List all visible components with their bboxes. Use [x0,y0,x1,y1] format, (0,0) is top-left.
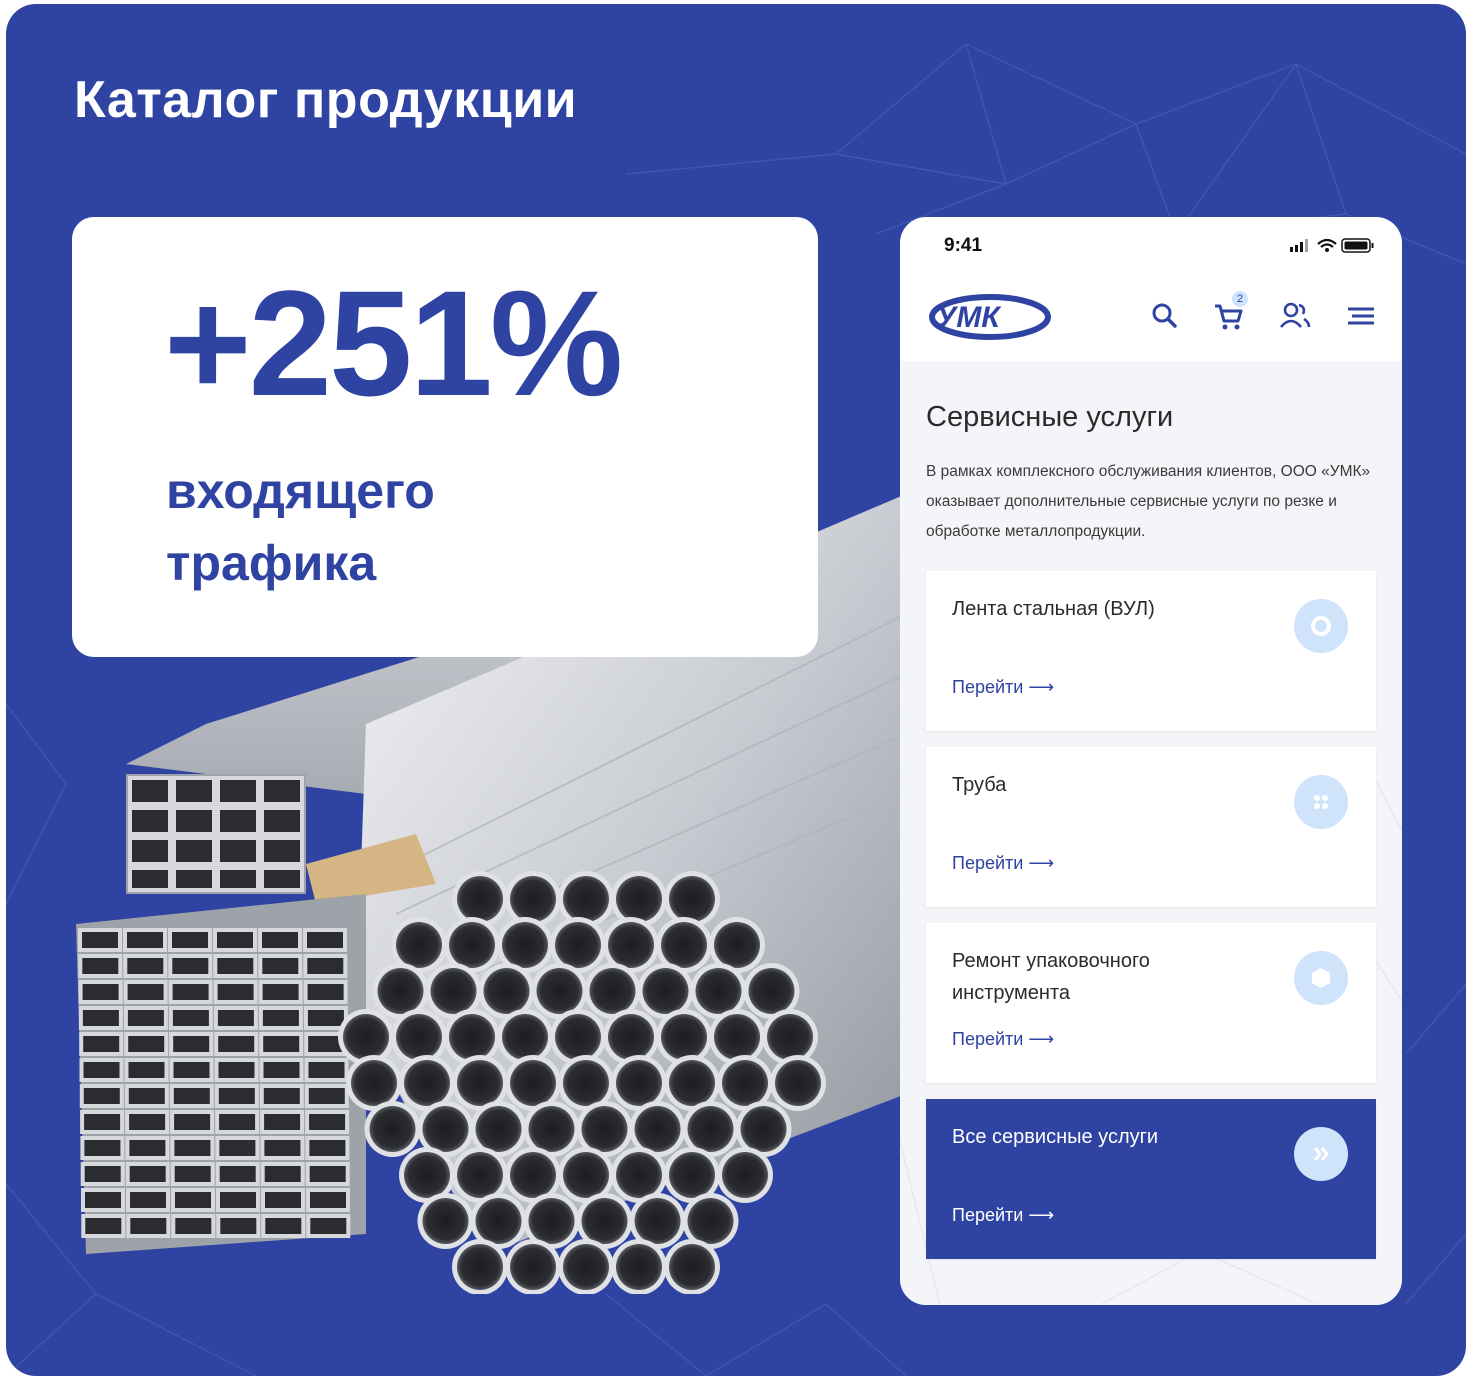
phone-mockup: 9:41 УМК 2 Сервисные услуги В рамках ком… [900,217,1402,1305]
service-name: Труба [952,774,1007,796]
banner: Каталог продукции +251% входящего трафик… [6,4,1466,1376]
app-header: УМК 2 [900,273,1402,361]
signal-icon [1290,239,1308,252]
users-icon[interactable] [1278,299,1312,333]
stat-card: +251% входящего трафика [72,217,818,657]
status-icons [1290,238,1374,253]
service-card[interactable]: Ремонт упаковочного инструмента Перейти … [926,923,1376,1083]
all-services-card[interactable]: Все сервисные услуги Перейти ⟶ [926,1099,1376,1259]
double-chevron-icon [1294,1127,1348,1181]
menu-icon[interactable] [1344,299,1378,333]
service-card[interactable]: Лента стальная (ВУЛ) Перейти ⟶ [926,571,1376,731]
cart-count-badge: 2 [1232,291,1248,307]
battery-icon [1341,238,1374,253]
service-link[interactable]: Перейти ⟶ [952,1205,1054,1226]
stat-caption: входящего трафика [166,463,435,591]
cube-icon [1294,951,1348,1005]
status-time: 9:41 [944,235,983,256]
service-name: Ремонт упаковочного инструмента [952,950,1150,1004]
ring-icon [1294,599,1348,653]
services-page: Сервисные услуги В рамках комплексного о… [900,361,1402,1305]
page-title: Каталог продукции [74,71,578,129]
service-name: Все сервисные услуги [952,1126,1159,1148]
search-icon[interactable] [1148,299,1182,333]
section-title: Сервисные услуги [926,401,1174,433]
status-bar: 9:41 [900,217,1402,273]
svg-text:УМК: УМК [936,301,1002,334]
service-link[interactable]: Перейти ⟶ [952,677,1054,698]
service-link[interactable]: Перейти ⟶ [952,853,1054,874]
cart-icon[interactable]: 2 [1212,291,1248,333]
service-name: Лента стальная (ВУЛ) [952,598,1155,620]
stat-value: +251% [164,259,623,427]
section-description: В рамках комплексного обслуживания клиен… [926,463,1371,540]
grid-dots-icon [1294,775,1348,829]
service-link[interactable]: Перейти ⟶ [952,1029,1054,1050]
umk-logo[interactable]: УМК [928,293,1052,341]
wifi-icon [1317,238,1337,248]
service-card[interactable]: Труба Перейти ⟶ [926,747,1376,907]
